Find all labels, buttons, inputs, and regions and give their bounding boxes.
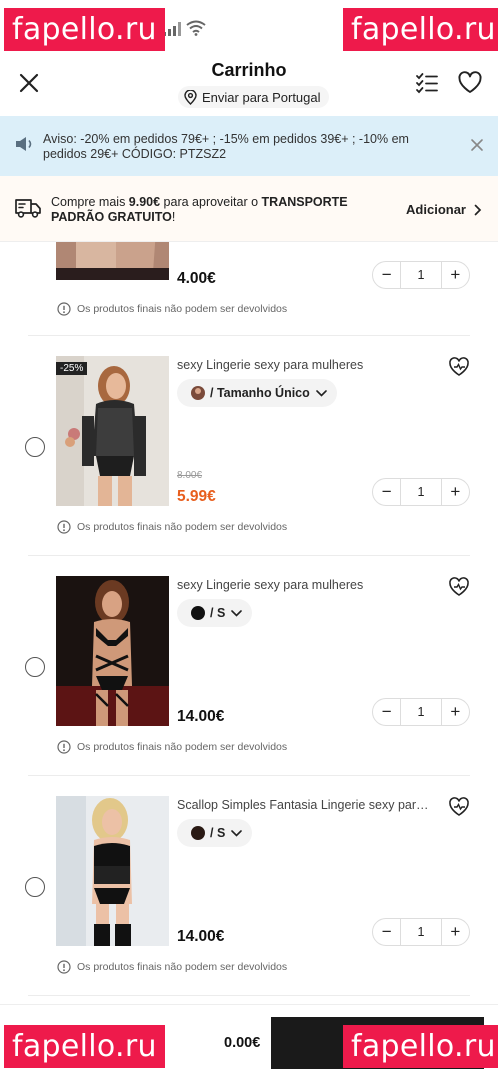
variant-selector[interactable]: / S <box>177 819 253 847</box>
promo-notice-banner: Aviso: -20% em pedidos 79€+ ; -15% em pe… <box>0 116 498 176</box>
increase-quantity-button[interactable]: + <box>442 479 469 505</box>
free-shipping-banner: Compre mais 9.90€ para aproveitar o TRAN… <box>0 176 498 242</box>
decrease-quantity-button[interactable]: − <box>373 479 400 505</box>
quantity-value[interactable]: 1 <box>400 479 442 505</box>
add-items-button[interactable]: Adicionar <box>406 202 482 217</box>
chevron-down-icon <box>231 609 243 617</box>
increase-quantity-button[interactable]: + <box>442 262 469 288</box>
color-swatch <box>191 826 205 840</box>
cart-item: Scallop Simples Fantasia Lingerie sexy p… <box>0 790 498 1004</box>
wishlist-heart-icon[interactable] <box>457 70 483 96</box>
original-price: 8.00€ <box>177 470 203 481</box>
ship-to-label: Enviar para Portugal <box>202 89 321 105</box>
notice-text: Aviso: -20% em pedidos 79€+ ; -15% em pe… <box>43 132 409 161</box>
quantity-value[interactable]: 1 <box>400 262 442 288</box>
decrease-quantity-button[interactable]: − <box>373 699 400 725</box>
location-pin-icon <box>184 89 197 105</box>
discount-badge: -25% <box>56 362 88 375</box>
item-divider <box>28 775 470 776</box>
cart-item: 4.00€ − 1 + Os produtos finais não podem… <box>0 242 498 336</box>
info-icon <box>57 960 71 974</box>
move-to-wishlist-icon[interactable] <box>448 796 470 818</box>
watermark: fapello.ru <box>343 1025 498 1068</box>
truck-icon <box>15 199 41 218</box>
product-image[interactable] <box>56 796 169 946</box>
cart-total: 0.00€ <box>224 1035 261 1051</box>
chevron-down-icon <box>231 829 243 837</box>
item-name[interactable]: Scallop Simples Fantasia Lingerie sexy p… <box>177 798 432 812</box>
decrease-quantity-button[interactable]: − <box>373 919 400 945</box>
cart-item: sexy Lingerie sexy para mulheres / S 14.… <box>0 570 498 790</box>
quantity-value[interactable]: 1 <box>400 919 442 945</box>
watermark: fapello.ru <box>4 8 165 51</box>
quantity-stepper: − 1 + <box>372 698 470 726</box>
move-to-wishlist-icon[interactable] <box>448 356 470 378</box>
increase-quantity-button[interactable]: + <box>442 699 469 725</box>
quantity-stepper: − 1 + <box>372 918 470 946</box>
cart-list: 4.00€ − 1 + Os produtos finais não podem… <box>0 242 498 1004</box>
ship-to-selector[interactable]: Enviar para Portugal <box>178 86 329 108</box>
color-swatch <box>191 606 205 620</box>
product-image[interactable] <box>56 576 169 726</box>
chevron-down-icon <box>315 389 327 397</box>
product-image[interactable]: -25% <box>56 356 169 506</box>
select-item-checkbox[interactable] <box>25 657 45 677</box>
quantity-value[interactable]: 1 <box>400 699 442 725</box>
item-divider <box>28 335 470 336</box>
non-returnable-notice: Os produtos finais não podem ser devolvi… <box>57 302 287 316</box>
item-divider <box>28 995 470 996</box>
wifi-icon <box>186 20 206 36</box>
select-item-checkbox[interactable] <box>25 877 45 897</box>
non-returnable-notice: Os produtos finais não podem ser devolvi… <box>57 960 287 974</box>
quantity-stepper: − 1 + <box>372 261 470 289</box>
watermark: fapello.ru <box>343 8 498 51</box>
quantity-stepper: − 1 + <box>372 478 470 506</box>
decrease-quantity-button[interactable]: − <box>373 262 400 288</box>
sale-price: 5.99€ <box>177 488 216 505</box>
checklist-icon[interactable] <box>414 70 440 96</box>
variant-selector[interactable]: / Tamanho Único <box>177 379 337 407</box>
variant-selector[interactable]: / S <box>177 599 253 627</box>
item-price: 14.00€ <box>177 708 225 725</box>
cart-item: -25% sexy Lingerie sexy para mulheres / … <box>0 350 498 570</box>
promo-text: Compre mais 9.90€ para aproveitar o TRAN… <box>51 195 348 224</box>
item-name[interactable]: sexy Lingerie sexy para mulheres <box>177 578 432 592</box>
non-returnable-notice: Os produtos finais não podem ser devolvi… <box>57 740 287 754</box>
info-icon <box>57 302 71 316</box>
add-items-label: Adicionar <box>406 202 466 217</box>
increase-quantity-button[interactable]: + <box>442 919 469 945</box>
info-icon <box>57 520 71 534</box>
speaker-icon <box>16 137 32 151</box>
item-price: 4.00€ <box>177 270 216 287</box>
non-returnable-notice: Os produtos finais não podem ser devolvi… <box>57 520 287 534</box>
watermark: fapello.ru <box>4 1025 165 1068</box>
info-icon <box>57 740 71 754</box>
item-divider <box>28 555 470 556</box>
color-swatch-icon <box>191 386 205 400</box>
item-name[interactable]: sexy Lingerie sexy para mulheres <box>177 358 432 372</box>
select-item-checkbox[interactable] <box>25 437 45 457</box>
chevron-right-icon <box>474 204 482 215</box>
signal-icon <box>163 22 181 36</box>
product-image[interactable] <box>56 242 169 280</box>
cart-header: Carrinho Enviar para Portugal <box>0 56 498 116</box>
item-price: 14.00€ <box>177 928 225 945</box>
close-notice-icon[interactable] <box>470 138 484 152</box>
move-to-wishlist-icon[interactable] <box>448 576 470 598</box>
